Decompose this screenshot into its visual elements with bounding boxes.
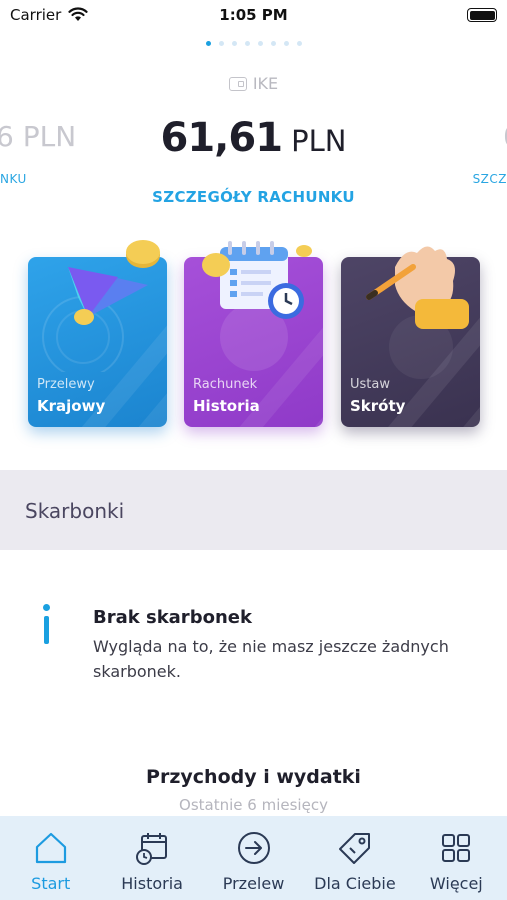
pager-dot[interactable] — [244, 41, 250, 46]
pager-dot[interactable] — [205, 41, 211, 46]
battery-icon — [467, 8, 497, 22]
tab-historia[interactable]: Historia — [101, 816, 202, 900]
arrow-circle-icon — [237, 832, 270, 864]
tile-shortcuts[interactable]: Ustaw Skróty — [341, 246, 480, 427]
tab-label: Więcej — [429, 874, 483, 893]
tab-label: Dla Ciebie — [314, 874, 396, 893]
empty-savings-text: Wygląda na to, że nie masz jeszcze żadny… — [93, 637, 449, 681]
calendar-clock-illustration — [202, 241, 312, 319]
status-time: 1:05 PM — [219, 6, 288, 24]
pager-dot[interactable] — [270, 41, 276, 46]
pager-dot[interactable] — [296, 41, 302, 46]
account-type-label: IKE — [252, 74, 279, 93]
next-account-balance[interactable]: 0 — [503, 120, 507, 153]
tile-subtitle: Przelewy — [37, 377, 95, 392]
tab-przelew[interactable]: Przelew — [203, 816, 304, 900]
tab-label: Historia — [121, 874, 183, 893]
send-arrow-illustration — [68, 240, 160, 325]
tile-title: Krajowy — [37, 397, 106, 415]
tile-title: Historia — [193, 397, 260, 415]
income-expenses-subtitle: Ostatnie 6 miesięcy — [179, 796, 328, 814]
bottom-tab-bar: Start Historia Przelew Dla Ciebie Więcej — [0, 816, 507, 900]
tile-account-history[interactable]: Rachunek Historia — [184, 241, 323, 427]
calendar-history-icon — [136, 833, 168, 865]
balance-currency: PLN — [291, 124, 347, 158]
hand-pen-illustration — [366, 246, 469, 329]
tab-label: Przelew — [222, 874, 285, 893]
pager-dot[interactable] — [283, 41, 289, 46]
tab-start[interactable]: Start — [0, 816, 101, 900]
prev-account-link[interactable]: NKU — [0, 172, 27, 186]
savings-section-header: Skarbonki — [0, 470, 507, 550]
tile-subtitle: Rachunek — [193, 377, 258, 392]
home-icon — [35, 832, 66, 864]
empty-savings-title: Brak skarbonek — [93, 607, 252, 628]
wallet-icon — [228, 76, 247, 91]
status-bar: Carrier 1:05 PM — [0, 0, 507, 32]
tab-label: Start — [31, 874, 71, 893]
next-account-link[interactable]: SZCZ — [473, 172, 507, 186]
tile-title: Skróty — [350, 397, 406, 415]
account-details-link[interactable]: SZCZEGÓŁY RACHUNKU — [0, 188, 507, 206]
tab-dla-ciebie[interactable]: Dla Ciebie — [304, 816, 405, 900]
pager-dot[interactable] — [257, 41, 263, 46]
income-expenses-title: Przychody i wydatki — [146, 766, 361, 788]
account-type: IKE — [0, 74, 507, 93]
account-pager-dots[interactable] — [0, 41, 507, 46]
pager-dot[interactable] — [231, 41, 237, 46]
account-balance: 61,61 PLN — [0, 115, 507, 161]
tab-wiecej[interactable]: Więcej — [406, 816, 507, 900]
tag-icon — [338, 833, 370, 864]
info-icon — [40, 604, 54, 646]
tile-domestic-transfer[interactable]: Przelewy Krajowy — [28, 240, 167, 427]
balance-amount: 61,61 — [160, 115, 284, 161]
grid-icon — [442, 834, 471, 862]
pager-dot[interactable] — [218, 41, 224, 46]
tile-subtitle: Ustaw — [350, 377, 390, 392]
savings-section-title: Skarbonki — [25, 499, 125, 523]
